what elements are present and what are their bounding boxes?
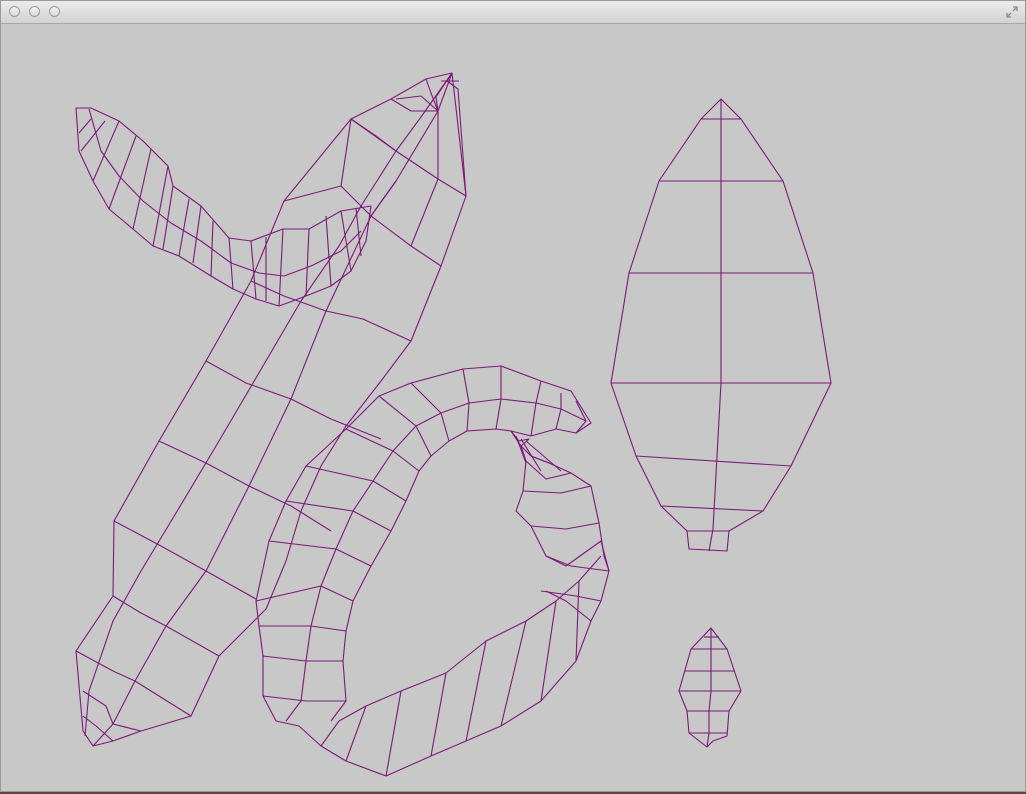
- arm-island: [75, 107, 372, 307]
- fullscreen-arrows-icon[interactable]: [1005, 5, 1019, 19]
- app-window: [0, 0, 1026, 792]
- body-island: [75, 72, 467, 747]
- tail-island: [255, 365, 610, 777]
- close-button[interactable]: [9, 6, 20, 17]
- large-leaf-island: [610, 98, 832, 552]
- title-bar[interactable]: [1, 1, 1025, 24]
- uv-wireframe: [75, 72, 832, 777]
- minimize-button[interactable]: [29, 6, 40, 17]
- small-leaf-island: [678, 627, 742, 748]
- zoom-button[interactable]: [49, 6, 60, 17]
- uv-canvas[interactable]: [1, 24, 1025, 791]
